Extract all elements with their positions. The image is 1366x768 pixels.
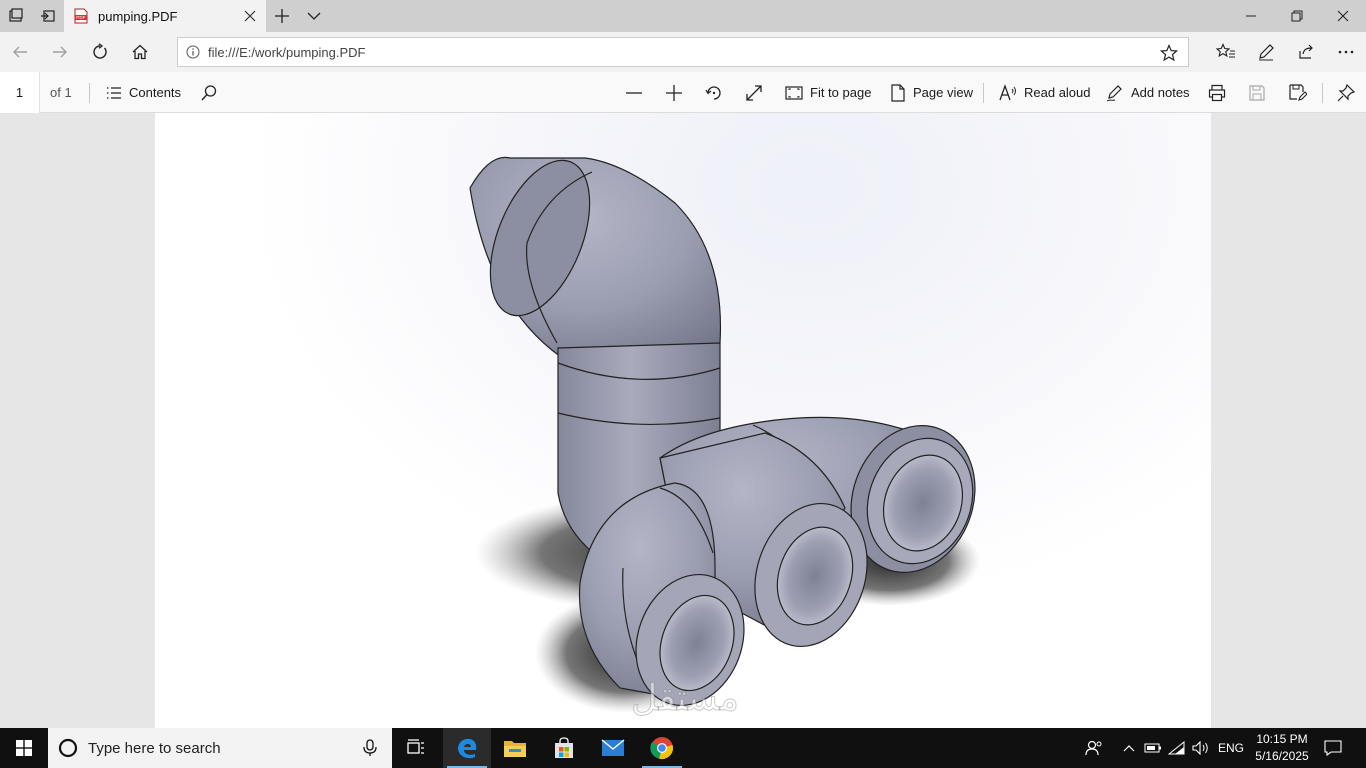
taskbar: Type here to search ENG 10:15 PM 5/16/20… (0, 728, 1366, 768)
start-button[interactable] (0, 728, 48, 768)
rotate-icon (705, 85, 721, 100)
pin-icon (1337, 83, 1355, 101)
taskbar-clock[interactable]: 10:15 PM 5/16/2025 (1248, 731, 1316, 765)
plus-icon (666, 84, 682, 101)
tab-strip: PDF pumping.PDF (0, 0, 1366, 32)
read-aloud-label: Read aloud (1024, 85, 1091, 100)
print-button[interactable] (1208, 72, 1226, 113)
add-notes-button[interactable]: Add notes (1106, 72, 1190, 113)
language-indicator[interactable]: ENG (1214, 728, 1248, 768)
forward-icon[interactable] (40, 36, 80, 68)
tab-manager-icon[interactable] (0, 0, 32, 32)
refresh-icon[interactable] (80, 36, 120, 68)
clock-time: 10:15 PM (1256, 732, 1308, 746)
wifi-icon[interactable] (1166, 728, 1188, 768)
tab-preview-chevron-icon[interactable] (298, 0, 330, 32)
full-screen-button[interactable] (745, 72, 763, 113)
taskbar-edge[interactable] (443, 728, 491, 768)
site-info-icon[interactable] (186, 45, 200, 59)
set-tabs-aside-icon[interactable] (32, 0, 64, 32)
pdf-page (155, 113, 1211, 728)
fit-to-page-label: Fit to page (810, 85, 872, 100)
more-icon[interactable] (1326, 36, 1366, 68)
expand-icon (746, 84, 762, 101)
add-notes-label: Add notes (1131, 85, 1190, 100)
page-view-icon (891, 83, 905, 102)
printer-icon (1208, 84, 1226, 101)
back-icon[interactable] (0, 36, 40, 68)
pen-icon (1106, 84, 1122, 101)
page-count: of 1 (50, 85, 72, 100)
svg-text:PDF: PDF (76, 15, 85, 20)
save-as-button[interactable] (1289, 72, 1307, 113)
favorites-icon[interactable] (1206, 36, 1246, 68)
taskbar-mail[interactable] (589, 728, 637, 768)
restore-icon[interactable] (1274, 0, 1320, 32)
list-icon (107, 86, 121, 99)
taskbar-store[interactable] (540, 728, 588, 768)
contents-button[interactable]: Contents (106, 72, 181, 113)
new-tab-icon[interactable] (266, 0, 298, 32)
fit-to-page-icon (785, 85, 803, 100)
toolbar-divider (983, 83, 984, 103)
pipe-assembly-render (469, 156, 980, 713)
task-view-icon (407, 739, 424, 754)
search-icon (201, 84, 217, 100)
navigation-bar: file:///E:/work/pumping.PDF (0, 32, 1366, 72)
save-icon (1249, 84, 1265, 101)
taskbar-chrome[interactable] (638, 728, 686, 768)
volume-icon[interactable] (1190, 728, 1212, 768)
edge-browser-icon (458, 738, 477, 759)
save-as-icon (1289, 83, 1307, 101)
minimize-icon[interactable] (1228, 0, 1274, 32)
read-aloud-button[interactable]: Read aloud (999, 72, 1091, 113)
cortana-icon (58, 738, 78, 758)
page-number-input[interactable]: 1 (0, 72, 40, 113)
find-button[interactable] (200, 72, 218, 113)
chrome-icon (650, 737, 673, 759)
store-bag-icon (555, 737, 573, 758)
contents-label: Contents (129, 85, 182, 100)
microphone-icon[interactable] (362, 739, 378, 757)
save-button[interactable] (1249, 72, 1265, 113)
task-view-button[interactable] (392, 728, 440, 768)
close-window-icon[interactable] (1320, 0, 1366, 32)
pen-notes-icon[interactable] (1246, 36, 1286, 68)
zoom-in-button[interactable] (665, 72, 683, 113)
people-icon[interactable] (1080, 728, 1108, 768)
taskbar-file-explorer[interactable] (491, 728, 539, 768)
minus-icon (626, 91, 642, 94)
document-viewer[interactable] (0, 113, 1366, 728)
home-icon[interactable] (120, 36, 160, 68)
page-view-button[interactable]: Page view (890, 72, 973, 113)
address-url[interactable]: file:///E:/work/pumping.PDF (208, 45, 366, 60)
clock-date: 5/16/2025 (1255, 749, 1309, 763)
folder-icon (504, 741, 526, 757)
toolbar-divider (89, 83, 90, 103)
tab-title: pumping.PDF (98, 8, 178, 24)
tab-pumping-pdf[interactable]: PDF pumping.PDF (64, 0, 266, 32)
action-center-icon[interactable] (1320, 728, 1346, 768)
mail-icon (601, 739, 625, 756)
address-bar[interactable]: file:///E:/work/pumping.PDF (177, 37, 1189, 67)
zoom-out-button[interactable] (625, 72, 643, 113)
toolbar-divider (1322, 83, 1323, 103)
pdf-file-icon: PDF (74, 8, 88, 24)
add-favorite-star-icon[interactable] (1160, 44, 1178, 62)
pin-toolbar-button[interactable] (1337, 72, 1355, 113)
read-aloud-icon (999, 83, 1016, 100)
share-icon[interactable] (1286, 36, 1326, 68)
pdf-toolbar: 1 of 1 Contents Fit to page Page view Re… (0, 72, 1366, 113)
search-placeholder[interactable]: Type here to search (88, 740, 221, 757)
taskbar-search-box[interactable]: Type here to search (48, 728, 392, 768)
fit-to-page-button[interactable]: Fit to page (785, 72, 871, 113)
battery-icon[interactable] (1142, 728, 1164, 768)
page-view-label: Page view (913, 85, 973, 100)
close-tab-icon[interactable] (242, 8, 258, 24)
windows-logo-icon (16, 740, 32, 756)
rotate-button[interactable] (705, 72, 723, 113)
show-hidden-icons-chevron-icon[interactable] (1118, 728, 1140, 768)
